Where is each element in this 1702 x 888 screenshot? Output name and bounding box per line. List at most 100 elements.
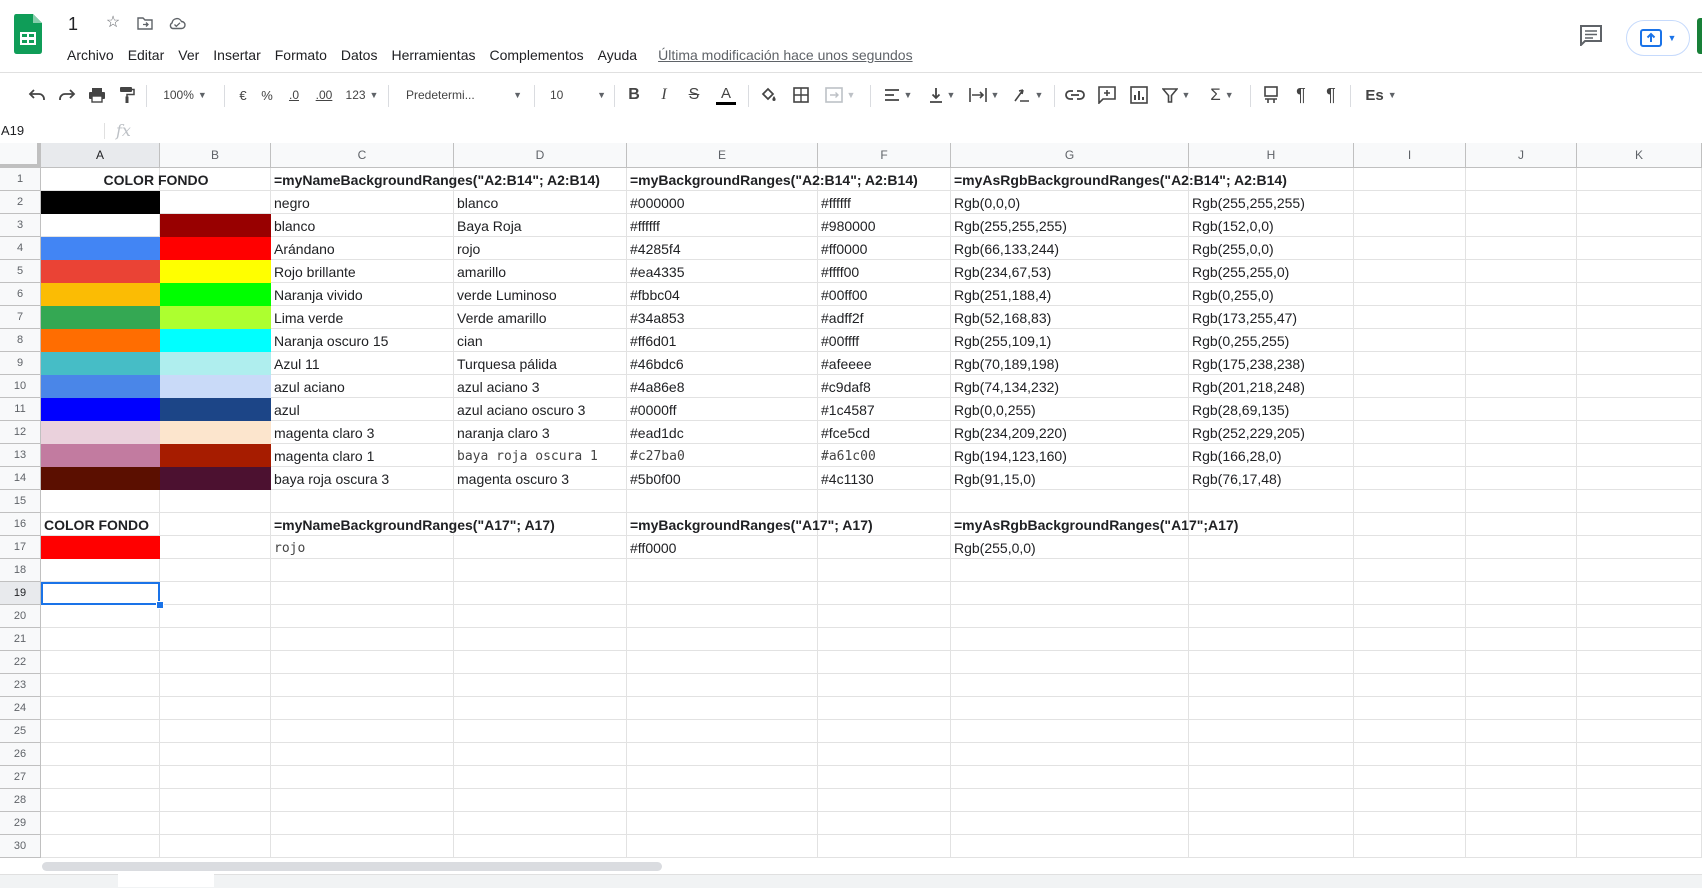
color-name-d9[interactable]: Turquesa pálida bbox=[454, 352, 627, 375]
cell-j3[interactable] bbox=[1466, 214, 1577, 237]
cell-j19[interactable] bbox=[1466, 582, 1577, 605]
cell-k30[interactable] bbox=[1577, 835, 1702, 858]
cell-e15[interactable] bbox=[627, 490, 818, 513]
cell-i8[interactable] bbox=[1354, 329, 1466, 352]
cell-h24[interactable] bbox=[1189, 697, 1354, 720]
row-header-21[interactable]: 21 bbox=[0, 628, 41, 651]
cell-k2[interactable] bbox=[1577, 191, 1702, 214]
row-header-27[interactable]: 27 bbox=[0, 766, 41, 789]
sheet-tab[interactable] bbox=[118, 874, 214, 887]
cell-d27[interactable] bbox=[454, 766, 627, 789]
increase-decimal-button[interactable]: .00 bbox=[310, 83, 338, 107]
cell-k22[interactable] bbox=[1577, 651, 1702, 674]
cell-a18[interactable] bbox=[41, 559, 160, 582]
cell-j17[interactable] bbox=[1466, 536, 1577, 559]
color-swatch-a3[interactable] bbox=[41, 214, 160, 237]
cell-j12[interactable] bbox=[1466, 421, 1577, 444]
cell-g19[interactable] bbox=[951, 582, 1189, 605]
cell-k17[interactable] bbox=[1577, 536, 1702, 559]
cell-i1[interactable] bbox=[1354, 168, 1466, 191]
menu-insertar[interactable]: Insertar bbox=[206, 46, 267, 64]
header-color-fondo-2[interactable]: COLOR FONDO bbox=[41, 513, 271, 536]
color-name-c2[interactable]: negro bbox=[271, 191, 454, 214]
color-swatch-b14[interactable] bbox=[160, 467, 271, 490]
cell-h28[interactable] bbox=[1189, 789, 1354, 812]
cell-i14[interactable] bbox=[1354, 467, 1466, 490]
cell-k6[interactable] bbox=[1577, 283, 1702, 306]
cell-i24[interactable] bbox=[1354, 697, 1466, 720]
cell-k23[interactable] bbox=[1577, 674, 1702, 697]
cell-g29[interactable] bbox=[951, 812, 1189, 835]
cell-j9[interactable] bbox=[1466, 352, 1577, 375]
cell-e24[interactable] bbox=[627, 697, 818, 720]
column-header-i[interactable]: I bbox=[1354, 143, 1466, 168]
hex-e2[interactable]: #000000 bbox=[627, 191, 818, 214]
cell-a29[interactable] bbox=[41, 812, 160, 835]
cell-k1[interactable] bbox=[1577, 168, 1702, 191]
hex-f6[interactable]: #00ff00 bbox=[818, 283, 951, 306]
cell-g20[interactable] bbox=[951, 605, 1189, 628]
cell-h18[interactable] bbox=[1189, 559, 1354, 582]
cell-d15[interactable] bbox=[454, 490, 627, 513]
row-header-1[interactable]: 1 bbox=[0, 168, 41, 191]
cell-k10[interactable] bbox=[1577, 375, 1702, 398]
cell-j30[interactable] bbox=[1466, 835, 1577, 858]
vertical-align-icon[interactable]: ▼ bbox=[924, 83, 960, 107]
cell-k21[interactable] bbox=[1577, 628, 1702, 651]
cell-j5[interactable] bbox=[1466, 260, 1577, 283]
rgb-g11[interactable]: Rgb(0,0,255) bbox=[951, 398, 1189, 421]
menu-datos[interactable]: Datos bbox=[334, 46, 385, 64]
filter-icon[interactable]: ▼ bbox=[1158, 83, 1194, 107]
rgb-h9[interactable]: Rgb(175,238,238) bbox=[1189, 352, 1354, 375]
cell-a26[interactable] bbox=[41, 743, 160, 766]
cell-d21[interactable] bbox=[454, 628, 627, 651]
hex-f7[interactable]: #adff2f bbox=[818, 306, 951, 329]
cell-i29[interactable] bbox=[1354, 812, 1466, 835]
cell-e30[interactable] bbox=[627, 835, 818, 858]
cell-h21[interactable] bbox=[1189, 628, 1354, 651]
cell-h26[interactable] bbox=[1189, 743, 1354, 766]
hex-e4[interactable]: #4285f4 bbox=[627, 237, 818, 260]
cell-b28[interactable] bbox=[160, 789, 271, 812]
color-name-d4[interactable]: rojo bbox=[454, 237, 627, 260]
cell-h30[interactable] bbox=[1189, 835, 1354, 858]
cell-i17[interactable] bbox=[1354, 536, 1466, 559]
row-header-4[interactable]: 4 bbox=[0, 237, 41, 260]
color-swatch-b12[interactable] bbox=[160, 421, 271, 444]
row-header-7[interactable]: 7 bbox=[0, 306, 41, 329]
cell-h23[interactable] bbox=[1189, 674, 1354, 697]
cell-c30[interactable] bbox=[271, 835, 454, 858]
rgb-h4[interactable]: Rgb(255,0,0) bbox=[1189, 237, 1354, 260]
cell-c26[interactable] bbox=[271, 743, 454, 766]
cell-k18[interactable] bbox=[1577, 559, 1702, 582]
row-header-25[interactable]: 25 bbox=[0, 720, 41, 743]
rgb-h7[interactable]: Rgb(173,255,47) bbox=[1189, 306, 1354, 329]
cell-k11[interactable] bbox=[1577, 398, 1702, 421]
horizontal-align-icon[interactable]: ▼ bbox=[880, 83, 916, 107]
hex-e9[interactable]: #46bdc6 bbox=[627, 352, 818, 375]
cell-h15[interactable] bbox=[1189, 490, 1354, 513]
cell-i18[interactable] bbox=[1354, 559, 1466, 582]
cell-i3[interactable] bbox=[1354, 214, 1466, 237]
insert-comment-icon[interactable] bbox=[1096, 83, 1118, 107]
name-box[interactable]: A19 bbox=[0, 119, 101, 143]
cell-h19[interactable] bbox=[1189, 582, 1354, 605]
decrease-decimal-button[interactable]: .0 bbox=[282, 83, 306, 107]
cell-c19[interactable] bbox=[271, 582, 454, 605]
input-tools-button[interactable]: Es ▼ bbox=[1360, 83, 1402, 107]
rgb-g7[interactable]: Rgb(52,168,83) bbox=[951, 306, 1189, 329]
rgb-h11[interactable]: Rgb(28,69,135) bbox=[1189, 398, 1354, 421]
cell-c27[interactable] bbox=[271, 766, 454, 789]
row-header-6[interactable]: 6 bbox=[0, 283, 41, 306]
functions-icon[interactable]: Σ ▼ bbox=[1204, 83, 1240, 107]
hex-f11[interactable]: #1c4587 bbox=[818, 398, 951, 421]
cell-e25[interactable] bbox=[627, 720, 818, 743]
cell-k9[interactable] bbox=[1577, 352, 1702, 375]
color-swatch-a13[interactable] bbox=[41, 444, 160, 467]
color-swatch-b7[interactable] bbox=[160, 306, 271, 329]
hex-e14[interactable]: #5b0f00 bbox=[627, 467, 818, 490]
column-header-j[interactable]: J bbox=[1466, 143, 1577, 168]
rgb-g2[interactable]: Rgb(0,0,0) bbox=[951, 191, 1189, 214]
menu-editar[interactable]: Editar bbox=[121, 46, 172, 64]
cell-b21[interactable] bbox=[160, 628, 271, 651]
